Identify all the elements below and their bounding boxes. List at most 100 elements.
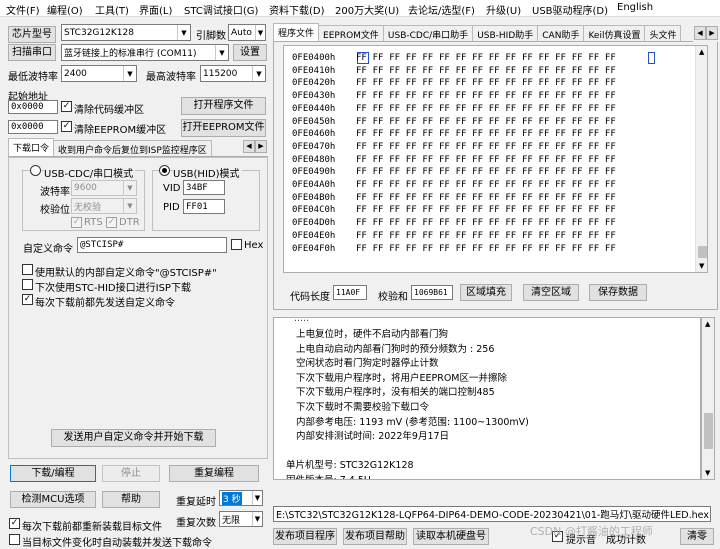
hex-byte: FF [505,243,517,254]
scroll-thumb[interactable] [698,246,707,258]
pid-input[interactable]: FF01 [183,199,225,214]
max-baud-select[interactable]: 115200 ▼ [200,65,266,82]
hex-scrollbar[interactable]: ▲ ▼ [695,46,707,272]
send-before-download-checkbox[interactable]: ✓ [22,294,33,305]
open-eeprom-file-button[interactable]: 打开EEPROM文件 [181,119,266,137]
hex-byte: FF [356,230,367,241]
hex-byte: FF [505,192,517,203]
tab-right-6[interactable]: 头文件 [644,25,682,41]
publish-help-button[interactable]: 发布项目帮助 [343,528,407,545]
tab-right-3[interactable]: USB-HID助手 [472,25,539,41]
hex-byte: FF [538,192,550,203]
vid-input[interactable]: 34BF [183,180,225,195]
eeprom-start-address-input[interactable]: 0x0000 [8,120,58,134]
hex-byte: FF [555,65,566,76]
tab-right-2[interactable]: USB-CDC/串口助手 [382,25,474,41]
reload-each-checkbox[interactable]: ✓ [9,518,20,529]
scan-port-button[interactable]: 扫描串口 [8,44,56,61]
parity-select[interactable]: 无校验 ▼ [71,198,137,214]
detect-mcu-button[interactable]: 检测MCU选项 [10,491,96,508]
dtr-checkbox[interactable]: ✓ [106,217,117,228]
hex-byte: FF [588,129,600,140]
menu-item[interactable]: English [617,2,653,13]
tab-reset-to-isp[interactable]: 收到用户命令后复位到ISP监控程序区 [53,140,212,156]
menu-item[interactable]: STC调试接口(G) [184,2,258,17]
code-start-address-input[interactable]: 0x0000 [8,100,58,114]
clear-code-checkbox[interactable]: ✓ [61,101,72,112]
tab-scroll-left-icon[interactable]: ◀ [694,26,706,40]
baud-select[interactable]: 9600 ▼ [71,180,137,196]
menu-item[interactable]: 界面(L) [139,2,172,17]
custom-command-input[interactable]: @STCISP# [77,237,227,253]
tab-scroll-right-icon[interactable]: ▶ [706,26,718,40]
chip-model-button[interactable]: 芯片型号 [8,26,56,43]
scroll-thumb[interactable] [704,413,713,449]
repeat-delay-select[interactable]: 3 秒 ▼ [219,490,263,506]
download-button[interactable]: 下载/编程 [10,465,96,482]
scroll-up-icon[interactable]: ▲ [699,48,704,56]
log-line-partial: ..... [294,317,310,324]
log-line: 固件版本号: 7.4.5U [286,472,371,479]
hex-byte: FF [555,218,566,229]
repeat-count-select[interactable]: 无限 ▼ [219,511,263,527]
hex-byte: FF [472,53,483,63]
settings-button[interactable]: 设置 [233,44,267,61]
menu-item[interactable]: 工具(T) [95,2,129,17]
hex-checkbox[interactable] [231,239,242,250]
pin-count-select[interactable]: Auto ▼ [228,24,266,41]
hex-byte: FF [356,91,367,102]
chip-model-select[interactable]: STC32G12K128 ▼ [61,24,191,41]
rts-checkbox[interactable]: ✓ [71,217,82,228]
publish-project-button[interactable]: 发布项目程序 [273,528,337,545]
clear-count-button[interactable]: 清零 [680,528,714,545]
hex-byte: FF [472,243,483,254]
hex-byte: FF [472,205,483,216]
use-default-command-checkbox[interactable] [22,264,33,275]
hex-byte: FF [571,180,583,190]
log-line: 单片机型号: STC32G12K128 [286,460,414,472]
tab-right-0[interactable]: 程序文件 [273,23,320,41]
usb-hid-radio[interactable] [159,165,170,176]
open-program-file-button[interactable]: 打开程序文件 [181,97,266,115]
menu-item[interactable]: 文件(F) [6,2,40,17]
hex-editor[interactable]: ▲ ▼ 0FE0400h FF FF FF FF FF FF FF FF FF FF FF FF FF FF… [283,45,708,273]
menu-item[interactable]: USB驱动程序(D) [532,2,608,17]
log-scrollbar[interactable]: ▲ ▼ [701,317,715,480]
menu-item[interactable]: 去论坛/选型(F) [408,2,475,17]
hex-byte: FF [438,243,450,254]
min-baud-select[interactable]: 2400 ▼ [61,65,137,82]
clear-area-button[interactable]: 清空区域 [523,284,579,301]
reprogram-button[interactable]: 重复编程 [169,465,259,482]
hex-byte: FF [538,91,550,102]
hex-byte: FF [521,167,533,178]
help-button[interactable]: 帮助 [102,491,160,508]
fill-area-button[interactable]: 区域填充 [460,284,512,301]
port-select[interactable]: 蓝牙链接上的标准串行 (COM11) ▼ [61,44,229,61]
scroll-up-icon[interactable]: ▲ [705,320,710,328]
tab-scroll-right-icon[interactable]: ▶ [255,140,267,153]
auto-send-checkbox[interactable] [9,534,20,545]
send-custom-command-button[interactable]: 发送用户自定义命令并开始下载 [51,429,216,447]
file-path-input[interactable]: E:\STC32\STC32G12K128-LQFP64-DIP64-DEMO-… [273,506,711,522]
scroll-down-icon[interactable]: ▼ [705,469,710,477]
tab-right-1[interactable]: EEPROM文件 [318,25,384,41]
scroll-down-icon[interactable]: ▼ [699,262,704,270]
menu-item[interactable]: 资料下载(D) [269,2,325,17]
hex-byte: FF [521,180,533,190]
tab-scroll-left-icon[interactable]: ◀ [243,140,255,153]
usb-cdc-radio[interactable] [30,165,41,176]
menu-item[interactable]: 200万大奖(U) [335,2,399,17]
menu-item[interactable]: 升级(U) [486,2,521,17]
stop-button[interactable]: 停止 [102,465,160,482]
clear-eeprom-checkbox[interactable]: ✓ [61,121,72,132]
tab-download-password[interactable]: 下载口令 [8,138,55,156]
log-line: 下次下载时不需要校验下载口令 [296,402,430,413]
tab-right-5[interactable]: Keil仿真设置 [583,25,646,41]
tab-right-4[interactable]: CAN助手 [537,25,585,41]
menu-item[interactable]: 编程(O) [47,2,83,17]
read-serial-button[interactable]: 读取本机硬盘号 [413,528,489,545]
hex-address: 0FE04C0h [292,205,336,216]
next-hid-checkbox[interactable] [22,279,33,290]
hex-byte: FF [488,116,500,127]
save-data-button[interactable]: 保存数据 [589,284,647,301]
